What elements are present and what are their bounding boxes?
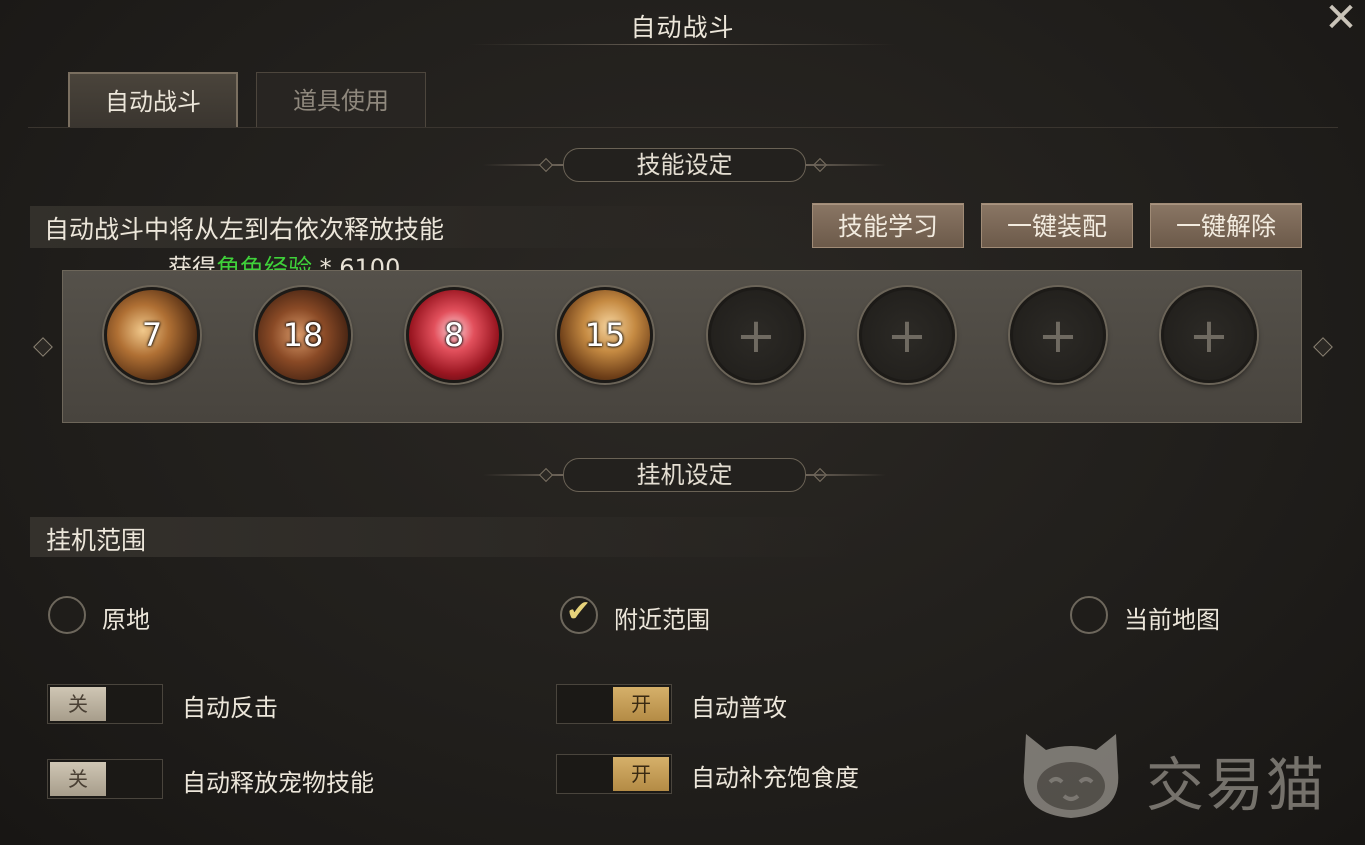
skill-learn-button[interactable]: 技能学习 (812, 203, 964, 248)
auto-attack-toggle[interactable]: 开 (556, 684, 672, 724)
auto-battle-window: 自动战斗 ✕ 自动战斗 道具使用 技能设定 自动战斗中将从左到右依次释放技能 获… (0, 0, 1365, 845)
equip-all-button[interactable]: 一键装配 (981, 203, 1133, 248)
cat-logo-icon (1023, 734, 1119, 818)
crimson-swirl-skill-icon[interactable]: 8 (406, 287, 502, 383)
ornament-diamond-left (538, 467, 554, 483)
title-divider (470, 44, 895, 45)
idle-range-label: 挂机范围 (46, 526, 147, 555)
empty-skill-slot[interactable]: + (1161, 287, 1257, 383)
auto-refill-food-toggle[interactable]: 开 (556, 754, 672, 794)
plus-icon: + (735, 308, 777, 364)
auto-refill-food-label: 自动补充饱食度 (691, 764, 859, 792)
auto-pet-skill-toggle[interactable]: 关 (47, 759, 163, 799)
radio-current-map[interactable] (1070, 596, 1108, 634)
tab-auto-battle[interactable]: 自动战斗 (68, 72, 238, 128)
remove-all-button[interactable]: 一键解除 (1150, 203, 1302, 248)
watermark: 交易猫 (1012, 724, 1342, 824)
ornament-right (806, 164, 886, 166)
toggle-knob: 关 (50, 762, 106, 796)
blade-skill-icon[interactable]: 18 (255, 287, 351, 383)
ornament-right (806, 474, 886, 476)
close-icon[interactable]: ✕ (1321, 0, 1361, 40)
skill-level: 18 (282, 316, 324, 354)
skill-settings-title: 技能设定 (563, 148, 806, 182)
skill-level: 15 (584, 316, 626, 354)
idle-range-bar (30, 517, 850, 557)
auto-counter-toggle[interactable]: 关 (47, 684, 163, 724)
radio-stay-in-place[interactable] (48, 596, 86, 634)
toggle-knob: 开 (613, 757, 669, 791)
empty-skill-slot[interactable]: + (1010, 287, 1106, 383)
plus-icon: + (1188, 308, 1230, 364)
auto-pet-skill-label: 自动释放宠物技能 (182, 769, 374, 797)
radio-nearby-range[interactable]: ✔ (560, 594, 598, 634)
toggle-knob: 关 (50, 687, 106, 721)
title-bar: 自动战斗 ✕ (0, 0, 1365, 52)
skill-level: 8 (443, 316, 465, 354)
sword-slash-skill-icon[interactable]: 7 (104, 287, 200, 383)
skill-slot-strip (62, 270, 1302, 423)
idle-settings-header: 挂机设定 (0, 458, 1365, 494)
empty-skill-slot[interactable]: + (708, 287, 804, 383)
radio-label-stay: 原地 (102, 606, 150, 634)
skill-level: 7 (141, 316, 163, 354)
idle-settings-title: 挂机设定 (563, 458, 806, 492)
window-title: 自动战斗 (630, 13, 735, 42)
radio-label-current-map: 当前地图 (1124, 606, 1220, 634)
skill-settings-header: 技能设定 (0, 148, 1365, 184)
checkmark-icon: ✔ (566, 594, 592, 629)
toggle-knob: 开 (613, 687, 669, 721)
empty-skill-slot[interactable]: + (859, 287, 955, 383)
golden-slash-skill-icon[interactable]: 15 (557, 287, 653, 383)
skill-order-info: 自动战斗中将从左到右依次释放技能 (44, 215, 445, 244)
ornament-diamond-left (538, 157, 554, 173)
plus-icon: + (1037, 308, 1079, 364)
auto-attack-label: 自动普攻 (691, 694, 787, 722)
tab-item-usage[interactable]: 道具使用 (256, 72, 426, 128)
auto-counter-label: 自动反击 (182, 694, 278, 722)
radio-label-nearby: 附近范围 (614, 606, 710, 634)
plus-icon: + (886, 308, 928, 364)
watermark-text: 交易猫 (1146, 751, 1327, 819)
